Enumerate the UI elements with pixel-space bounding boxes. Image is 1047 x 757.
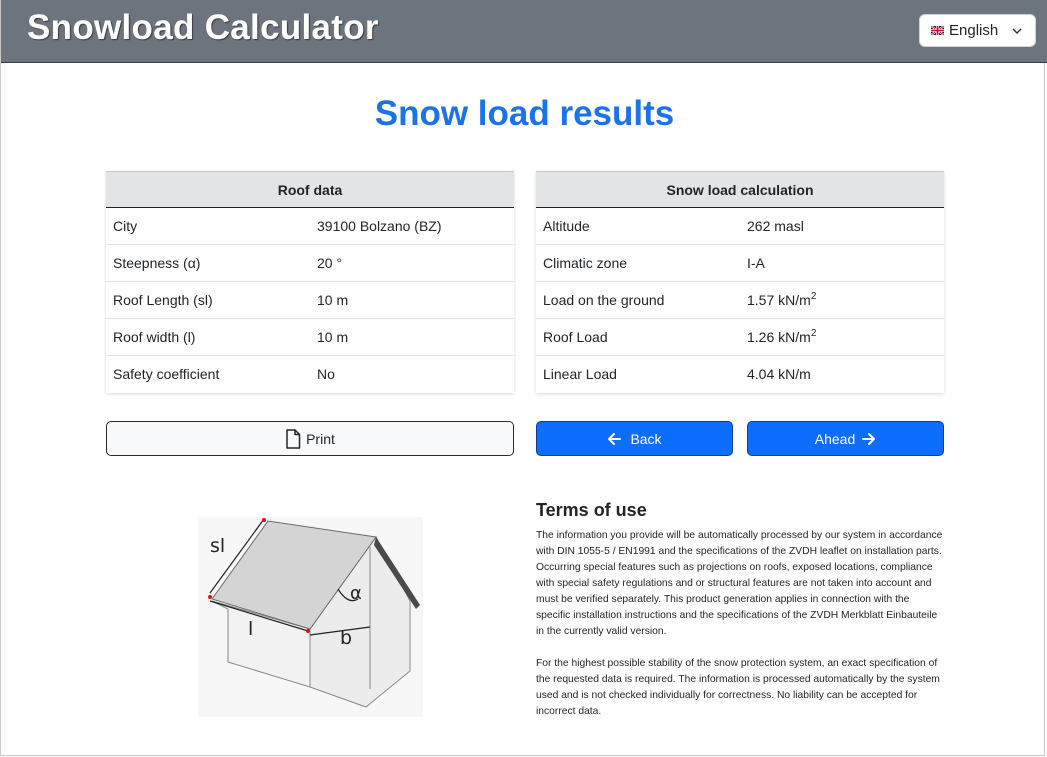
- row-value: 39100 Bolzano (BZ): [317, 218, 442, 234]
- row-label: City: [113, 218, 138, 234]
- page: Snowload Calculator English Snow load re…: [0, 0, 1047, 756]
- print-button[interactable]: Print: [106, 421, 514, 456]
- chevron-down-icon: [1012, 28, 1022, 34]
- row-label: Safety coefficient: [113, 366, 220, 382]
- row-value: 1.26 kN/m2: [747, 328, 817, 346]
- back-button[interactable]: Back: [536, 421, 733, 456]
- row-value: No: [317, 366, 335, 382]
- row-label: Steepness (α): [113, 255, 201, 271]
- snow-load-heading: Snow load calculation: [536, 171, 944, 208]
- roof-diagram: sl l b α: [198, 517, 423, 717]
- roof-data-table: Roof data City 39100 Bolzano (BZ) Steepn…: [106, 171, 514, 393]
- row-label: Roof Load: [543, 329, 608, 345]
- snow-load-table: Snow load calculation Altitude 262 masl …: [536, 171, 944, 393]
- table-row: Load on the ground 1.57 kN/m2: [536, 282, 944, 319]
- language-select[interactable]: English: [919, 14, 1036, 47]
- back-label: Back: [630, 430, 662, 447]
- row-value: 20 °: [317, 255, 343, 271]
- ahead-button[interactable]: Ahead: [747, 421, 944, 456]
- row-label: Roof Length (sl): [113, 292, 213, 308]
- table-row: Roof Length (sl) 10 m: [106, 282, 514, 319]
- table-row: Altitude 262 masl: [536, 208, 944, 245]
- ahead-label: Ahead: [814, 430, 856, 447]
- row-label: Climatic zone: [543, 255, 628, 271]
- l-label: l: [248, 618, 253, 640]
- row-label: Altitude: [543, 218, 590, 234]
- table-row: Roof Load 1.26 kN/m2: [536, 319, 944, 356]
- row-value: 262 masl: [747, 218, 804, 234]
- uk-flag-icon: [931, 26, 944, 35]
- terms-paragraph-1: The information you provide will be auto…: [536, 530, 943, 637]
- terms-title: Terms of use: [536, 500, 647, 520]
- table-row: Climatic zone I-A: [536, 245, 944, 282]
- table-row: City 39100 Bolzano (BZ): [106, 208, 514, 245]
- row-value: 10 m: [317, 292, 349, 308]
- arrow-left-icon: [608, 432, 622, 445]
- row-label: Load on the ground: [543, 292, 665, 308]
- row-value: 4.04 kN/m: [747, 366, 811, 382]
- b-label: b: [340, 627, 352, 649]
- row-label: Linear Load: [543, 366, 617, 382]
- table-row: Safety coefficient No: [106, 356, 514, 393]
- sl-label: sl: [210, 535, 225, 557]
- alpha-label: α: [350, 583, 362, 604]
- table-row: Steepness (α) 20 °: [106, 245, 514, 282]
- top-bar: Snowload Calculator English: [1, 0, 1047, 63]
- table-row: Roof width (l) 10 m: [106, 319, 514, 356]
- roof-data-heading: Roof data: [106, 171, 514, 208]
- print-label: Print: [306, 430, 335, 447]
- row-value: I-A: [747, 255, 765, 271]
- language-label: English: [949, 22, 999, 39]
- row-value: 10 m: [317, 329, 349, 345]
- document-icon: [286, 428, 301, 449]
- arrow-right-icon: [862, 432, 876, 445]
- table-row: Linear Load 4.04 kN/m: [536, 356, 944, 393]
- row-value: 1.57 kN/m2: [747, 291, 817, 309]
- app-title: Snowload Calculator: [27, 8, 379, 47]
- page-title: Snow load results: [374, 94, 675, 133]
- terms-paragraph-2: For the highest possible stability of th…: [536, 658, 940, 717]
- row-label: Roof width (l): [113, 329, 196, 345]
